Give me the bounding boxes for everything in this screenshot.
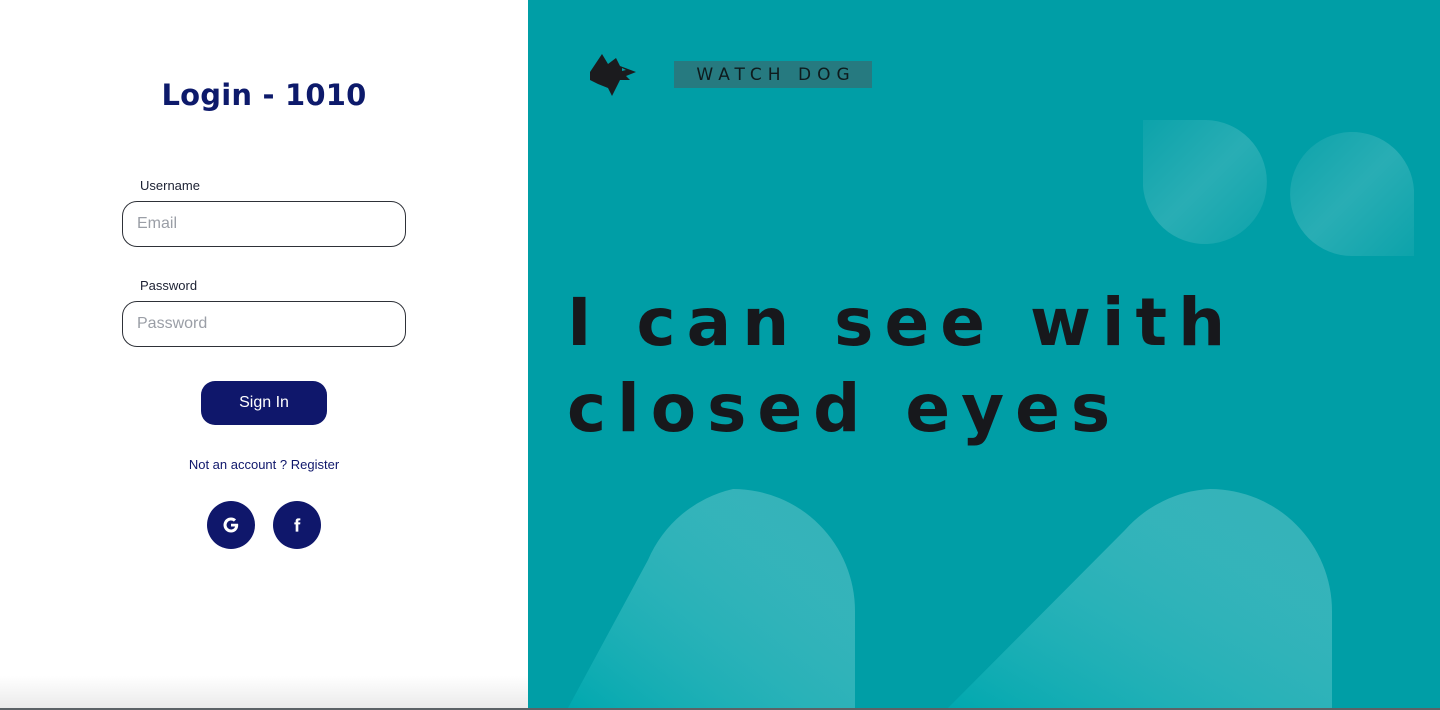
password-label: Password — [140, 278, 198, 293]
username-label: Username — [140, 178, 200, 193]
register-row: Not an account ? Register — [0, 457, 528, 472]
google-icon — [223, 517, 239, 533]
facebook-login-button[interactable] — [273, 501, 321, 549]
page-title: Login - 1010 — [161, 78, 367, 112]
register-link[interactable]: Register — [291, 457, 339, 472]
sign-in-button[interactable]: Sign In — [201, 381, 327, 425]
brand-logo-box: WATCH DOG — [674, 61, 872, 88]
hero-panel: WATCH DOG I can see with closed eyes — [528, 0, 1440, 708]
password-field[interactable] — [122, 301, 406, 347]
wolf-head-icon — [590, 54, 636, 96]
google-login-button[interactable] — [207, 501, 255, 549]
hero-headline-line-2: closed eyes — [567, 370, 1122, 447]
register-prompt: Not an account ? — [188, 457, 288, 472]
bottom-shadow — [0, 676, 528, 708]
login-panel: Login - 1010 Username Password Sign In N… — [0, 0, 528, 708]
brand-name: WATCH DOG — [696, 64, 856, 85]
hero-headline: I can see with closed eyes — [567, 280, 1407, 452]
email-field[interactable] — [122, 201, 406, 247]
facebook-icon — [294, 518, 301, 532]
hero-headline-line-1: I can see with — [567, 284, 1237, 361]
